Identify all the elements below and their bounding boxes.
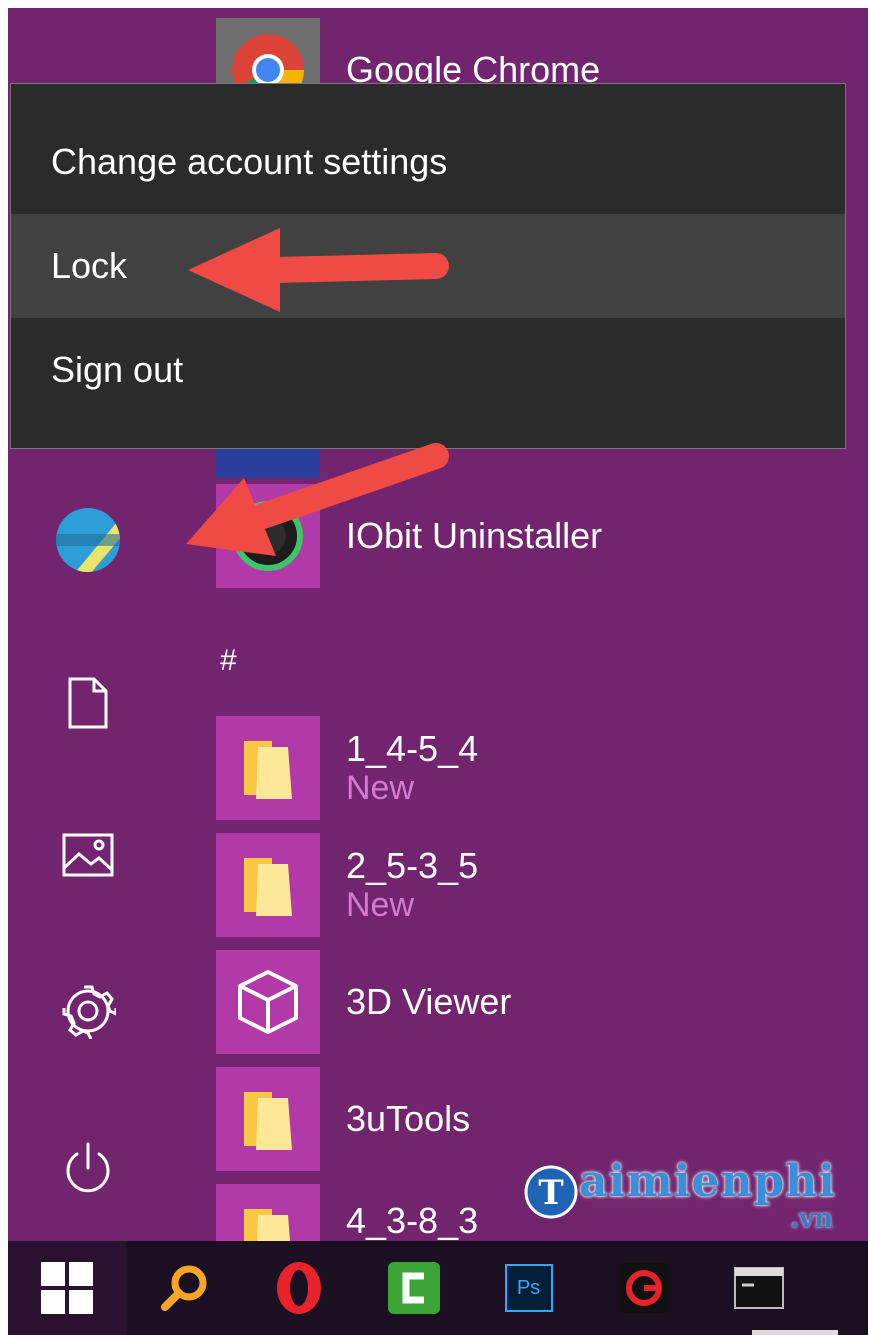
- pictures-icon[interactable]: [53, 820, 123, 890]
- cube-icon: [216, 950, 320, 1054]
- photoshop-label: Ps: [504, 1264, 553, 1312]
- watermark-text: aimienphi: [579, 1156, 836, 1207]
- active-app-indicator: [752, 1330, 838, 1335]
- arrow-to-lock-icon: [188, 228, 449, 312]
- app-label: 4_3-8_3: [346, 1200, 479, 1242]
- app-new-badge: New: [346, 769, 415, 808]
- power-icon[interactable]: [53, 1133, 123, 1203]
- app-label: 1_4-5_4: [346, 727, 479, 769]
- taimienphi-watermark: T aimienphi .vn: [523, 1156, 836, 1234]
- folder-icon: [216, 833, 320, 937]
- opera-icon[interactable]: [241, 1241, 356, 1335]
- app-list-item[interactable]: 3uTools: [216, 1067, 470, 1171]
- annotation-arrows: [186, 228, 449, 556]
- garena-icon[interactable]: [586, 1241, 701, 1335]
- photoshop-icon[interactable]: Ps: [471, 1241, 586, 1335]
- app-label: 3uTools: [346, 1098, 471, 1140]
- section-header-hash: #: [220, 644, 237, 677]
- app-label-group: 1_4-5_4 New: [346, 728, 478, 808]
- app-list-item[interactable]: 1_4-5_4 New: [216, 716, 478, 820]
- app-label: 2_5-3_5: [346, 844, 479, 886]
- watermark-logo-icon: T: [524, 1165, 578, 1219]
- search-magnifier-icon[interactable]: [126, 1241, 241, 1335]
- app-list-item[interactable]: 2_5-3_5 New: [216, 833, 478, 937]
- app-new-badge: New: [346, 886, 415, 925]
- svg-text:T: T: [538, 1173, 563, 1213]
- start-menu: Google Chrome IObit Uninstaller # 1_4-5_…: [8, 8, 868, 1335]
- arrow-to-avatar-icon: [186, 443, 449, 556]
- command-prompt-icon[interactable]: [701, 1241, 816, 1335]
- app-list-item[interactable]: 3D Viewer: [216, 950, 511, 1054]
- app-label: 3D Viewer: [346, 981, 512, 1023]
- camtasia-icon[interactable]: [356, 1241, 471, 1335]
- windows-start-icon[interactable]: [8, 1241, 126, 1335]
- app-label-group: 2_5-3_5 New: [346, 845, 478, 925]
- documents-icon[interactable]: [53, 668, 123, 738]
- folder-icon: [216, 716, 320, 820]
- taskbar: Ps: [8, 1241, 868, 1335]
- watermark-suffix: .vn: [790, 1204, 834, 1234]
- folder-icon: [216, 1067, 320, 1171]
- settings-gear-icon[interactable]: [53, 976, 123, 1046]
